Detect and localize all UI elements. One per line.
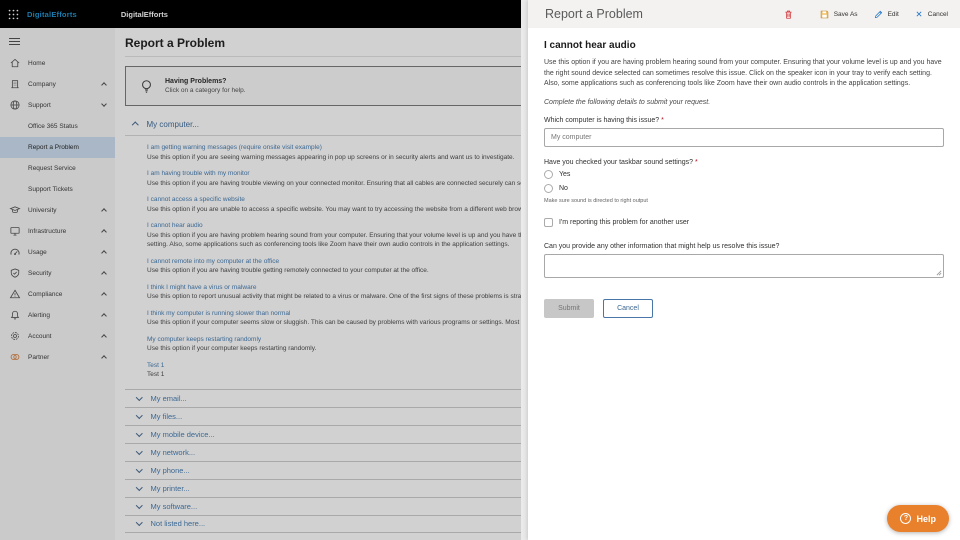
resize-grip-icon[interactable] xyxy=(936,270,942,276)
panel-title: Report a Problem xyxy=(545,7,643,21)
form-heading: I cannot hear audio xyxy=(544,40,636,51)
radio-icon[interactable] xyxy=(544,183,553,193)
question-text: Have you checked your taskbar sound sett… xyxy=(544,158,694,166)
delete-button[interactable] xyxy=(783,9,794,20)
panel-form: I cannot hear audio Use this option if y… xyxy=(528,28,960,329)
radio-label: Yes xyxy=(559,171,571,178)
close-icon xyxy=(916,11,922,17)
pencil-icon xyxy=(874,10,882,18)
form-cancel-button[interactable]: Cancel xyxy=(603,298,653,318)
cancel-label: Cancel xyxy=(927,10,948,18)
help-button[interactable]: ? Help xyxy=(887,505,949,532)
help-label: Help xyxy=(916,513,936,524)
question-text: Can you provide any other information th… xyxy=(544,242,780,250)
radio-icon[interactable] xyxy=(544,170,553,179)
checkbox-icon[interactable] xyxy=(544,217,553,227)
required-marker: * xyxy=(695,158,698,166)
radio-option-no[interactable]: No xyxy=(544,183,944,193)
question-text: Which computer is having this issue? xyxy=(544,116,660,124)
save-icon xyxy=(820,10,828,18)
checkbox-label: I'm reporting this problem for another u… xyxy=(559,218,690,226)
form-instruction: Complete the following details to submit… xyxy=(544,98,711,106)
question-label: Have you checked your taskbar sound sett… xyxy=(544,159,944,166)
question-label: Can you provide any other information th… xyxy=(544,243,944,250)
edit-label: Edit xyxy=(887,10,899,18)
trash-icon xyxy=(785,10,792,19)
submit-button[interactable]: Submit xyxy=(544,298,594,318)
question-mark-icon: ? xyxy=(900,513,912,524)
other-info-textarea[interactable] xyxy=(544,253,944,278)
edit-button[interactable]: Edit xyxy=(873,9,899,20)
question-label: Which computer is having this issue? * xyxy=(544,117,944,124)
another-user-checkbox[interactable]: I'm reporting this problem for another u… xyxy=(544,217,944,227)
report-a-problem-panel: Report a Problem Save As Edit Cancel I c… xyxy=(528,0,960,540)
save-as-label: Save As xyxy=(833,10,858,18)
form-description: Use this option if you are having proble… xyxy=(544,59,942,87)
panel-header: Report a Problem Save As Edit Cancel xyxy=(528,0,960,28)
radio-label: No xyxy=(559,184,568,192)
cancel-button[interactable]: Cancel xyxy=(914,9,948,19)
required-marker: * xyxy=(661,116,664,124)
helper-text: Make sure sound is directed to right out… xyxy=(544,197,648,204)
scrollbar-track[interactable] xyxy=(521,0,528,540)
save-as-button[interactable]: Save As xyxy=(819,9,858,20)
radio-option-yes[interactable]: Yes xyxy=(544,170,944,179)
computer-field[interactable] xyxy=(544,127,944,147)
